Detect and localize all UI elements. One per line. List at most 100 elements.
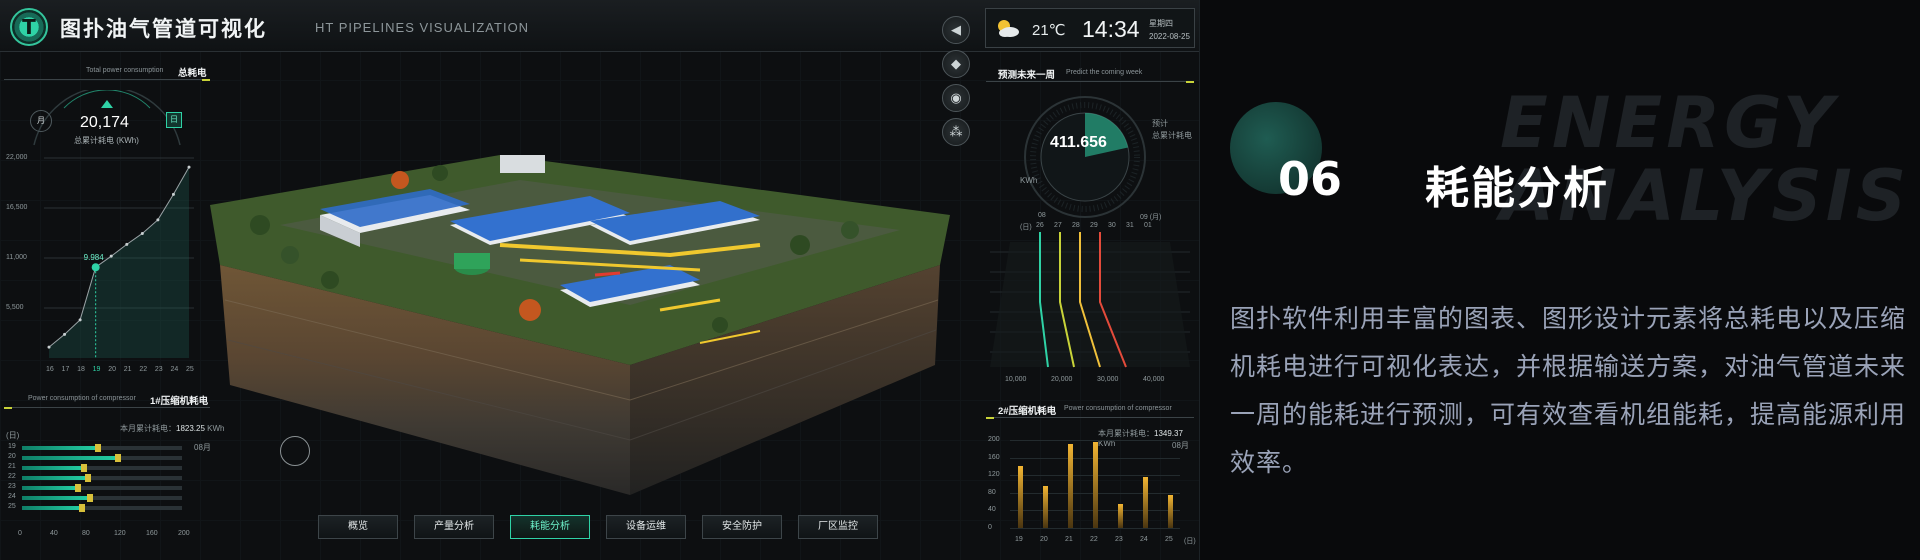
- y-tick-label: 22,000: [6, 154, 28, 161]
- forecast-legend-2: 总累计耗电: [1152, 131, 1192, 140]
- bar-day-label: 24: [8, 493, 16, 500]
- corner-accent: [4, 407, 12, 409]
- nav-tab-4[interactable]: 设备运维: [606, 515, 686, 539]
- nav-tab-3[interactable]: 耗能分析: [510, 515, 590, 539]
- forecast-day-label: (日): [1020, 224, 1032, 231]
- bar-track: [22, 474, 182, 482]
- forecast-day-label: 30: [1108, 222, 1116, 229]
- compressor1-y-label: (日): [6, 431, 20, 440]
- x-tick-label: 24: [170, 366, 179, 373]
- bar-tip: [84, 474, 91, 482]
- bar-fill: [22, 506, 82, 510]
- forecast-day-label: 01: [1144, 222, 1152, 229]
- bar-fill: [22, 486, 78, 490]
- x-tick-label: 19: [1015, 536, 1023, 543]
- data-point: [125, 242, 129, 246]
- bar-tip: [87, 494, 93, 502]
- nav-tab-1[interactable]: 概览: [318, 515, 398, 539]
- section-description: 图扑软件利用丰富的图表、图形设计元素将总耗电以及压缩机耗电进行可视化表达，并根据…: [1230, 304, 1907, 477]
- data-point: [171, 192, 175, 196]
- bar: [1118, 503, 1123, 528]
- forecast-day-label: 26: [1036, 222, 1044, 229]
- forecast-header: 预测未来一周 Predict the coming week: [986, 64, 1194, 82]
- x-tick-label: 17: [61, 366, 70, 373]
- forecast-unit: KWh: [1020, 176, 1038, 185]
- x-tick-label: 20: [108, 366, 117, 373]
- camera-icon[interactable]: ◉: [942, 84, 970, 112]
- slide-panel: ENERGY ANALYSIS 06 耗能分析 图扑软件利用丰富的图表、图形设计…: [1200, 0, 1920, 560]
- bar-fill: [22, 456, 118, 460]
- y-tick-label: 0: [988, 524, 992, 531]
- chart-floor: [990, 242, 1190, 367]
- total-power-line-chart: [44, 157, 194, 358]
- x-tick-label: 23: [1115, 536, 1123, 543]
- x-tick-label: 25: [1165, 536, 1173, 543]
- grid-line: [1010, 528, 1180, 529]
- nav-tab-5[interactable]: 安全防护: [702, 515, 782, 539]
- x-tick-label: 25: [186, 366, 194, 373]
- nav-tab-6[interactable]: 厂区监控: [798, 515, 878, 539]
- home-arrow-icon[interactable]: ◀: [942, 16, 970, 44]
- x-tick-label: 23: [154, 366, 163, 373]
- total-power-unit: 总累计耗电 (KWh): [74, 136, 139, 145]
- y-tick-label: 40: [988, 506, 996, 514]
- forecast-gauge: [1024, 96, 1146, 218]
- section-title: 耗能分析: [1425, 163, 1609, 214]
- y-tick-label: 11,000: [6, 254, 27, 261]
- x-tick-label: 19: [92, 366, 101, 373]
- x-tick-label: 40,000: [1143, 376, 1165, 383]
- bar-track: [22, 444, 182, 452]
- x-tick-label: 21: [1065, 536, 1073, 543]
- bar-tip: [115, 454, 121, 462]
- x-axis-label: (日): [1184, 538, 1196, 545]
- section-number: 06: [1278, 152, 1343, 206]
- bar-tip: [79, 504, 85, 512]
- x-tick-label: 80: [82, 530, 90, 537]
- app-subtitle: HT PIPELINES VISUALIZATION: [315, 20, 530, 35]
- data-point: [47, 345, 51, 349]
- app-title: 图扑油气管道可视化: [60, 17, 267, 41]
- month-toggle[interactable]: 月: [30, 110, 52, 132]
- nav-tab-2[interactable]: 产量分析: [414, 515, 494, 539]
- total-power-value: 20,174: [80, 114, 129, 131]
- corner-accent: [986, 417, 994, 419]
- x-tick-label: 20,000: [1051, 376, 1073, 383]
- bar-fill: [22, 446, 98, 450]
- bar-day-label: 19: [8, 443, 16, 450]
- x-tick-label: 0: [18, 530, 22, 537]
- x-tick-label: 200: [178, 530, 190, 537]
- cube-view-icon[interactable]: ◆: [942, 50, 970, 78]
- data-point: [156, 218, 160, 222]
- bar-track: [22, 454, 182, 462]
- x-tick-label: 16: [46, 366, 54, 373]
- bar: [1093, 442, 1098, 528]
- bar-tip: [81, 464, 88, 472]
- total-power-header: Total power consumption 总耗电: [4, 62, 210, 80]
- bar-day-label: 20: [8, 453, 16, 460]
- bar-day-label: 22: [8, 473, 16, 480]
- x-tick-label: 120: [114, 530, 126, 537]
- forecast-month-start: 08: [1038, 212, 1046, 219]
- grid-line: [1010, 440, 1180, 441]
- day-toggle[interactable]: 日: [166, 112, 182, 128]
- data-point: [91, 263, 100, 272]
- bar: [1018, 466, 1023, 528]
- corner-accent: [202, 79, 210, 81]
- y-tick-label: 120: [988, 471, 1000, 479]
- app-logo-icon: T: [10, 8, 48, 46]
- forecast-month-end: 09 (月): [1140, 214, 1162, 221]
- weather-widget: 21℃ 14:34 星期四 2022-08-25: [985, 8, 1195, 48]
- x-tick-label: 24: [1140, 536, 1148, 543]
- compressor1-header: Power consumption of compressor 1#压缩机耗电: [4, 390, 210, 408]
- y-tick-label: 5,500: [6, 304, 24, 311]
- clock-time: 14:34: [1082, 16, 1140, 42]
- y-tick-label: 80: [988, 488, 996, 496]
- gauge-arrow-icon: [101, 100, 113, 108]
- bar-track: [22, 464, 182, 472]
- bar: [1168, 495, 1173, 528]
- x-tick-label: 18: [77, 366, 85, 373]
- x-tick-label: 21: [123, 366, 132, 373]
- data-point: [78, 318, 82, 322]
- x-tick-label: 40: [50, 530, 58, 537]
- pipeline-station-3d-model[interactable]: [200, 135, 960, 515]
